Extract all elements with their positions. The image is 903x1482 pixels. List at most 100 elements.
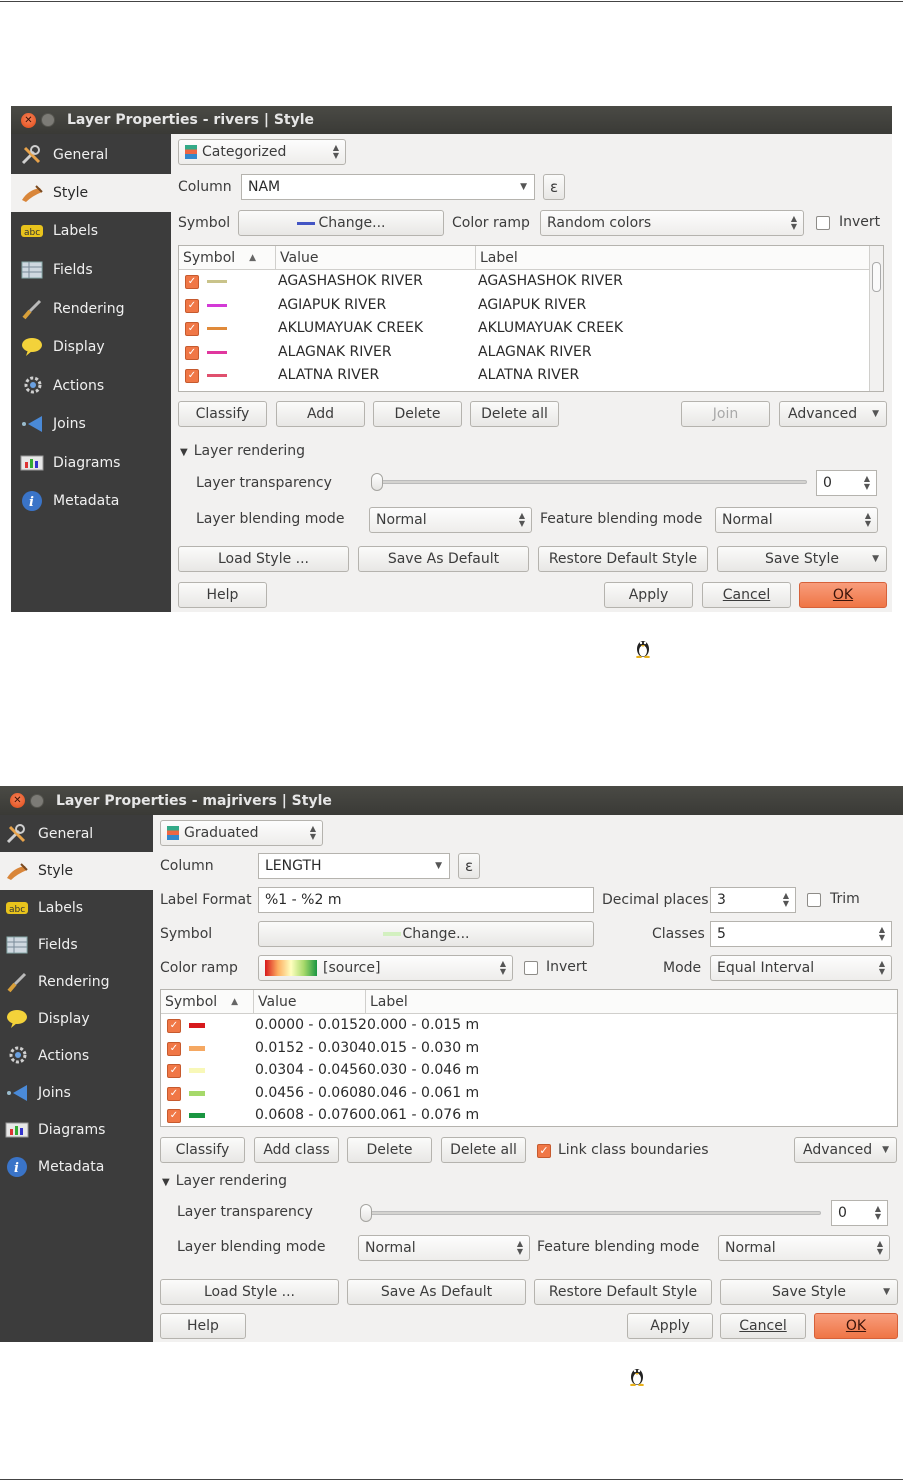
transparency-slider[interactable] xyxy=(373,480,807,484)
decimal-places-spinbox[interactable]: 3 ▲ ▼ xyxy=(710,887,796,913)
link-class-boundaries-checkbox[interactable]: ✓ xyxy=(537,1144,551,1158)
save-style-button[interactable]: Save Style ▼ xyxy=(720,1279,898,1305)
layer-rendering-toggle[interactable]: ▼ Layer rendering xyxy=(162,1173,287,1189)
mode-select[interactable]: Equal Interval ▲ ▼ xyxy=(710,955,892,981)
save-as-default-button[interactable]: Save As Default xyxy=(358,546,529,572)
sidebar-item-joins[interactable]: Joins xyxy=(11,405,171,443)
transparency-spinbox[interactable]: 0 ▲ ▼ xyxy=(816,470,877,496)
symbol-swatch[interactable] xyxy=(189,1023,205,1028)
close-icon[interactable]: ✕ xyxy=(10,793,25,808)
ok-button[interactable]: OK xyxy=(799,582,887,608)
spin-arrows-icon[interactable]: ▲ ▼ xyxy=(783,892,789,908)
table-row[interactable]: ✓ AKLUMAYUAK CREEK AKLUMAYUAK CREEK xyxy=(179,317,883,340)
change-symbol-button[interactable]: Change... xyxy=(238,210,444,236)
header-symbol[interactable]: Symbol ▲ xyxy=(161,990,253,1014)
header-value[interactable]: Value xyxy=(275,246,475,270)
sidebar-item-diagrams[interactable]: Diagrams xyxy=(0,1111,153,1149)
symbol-swatch[interactable] xyxy=(207,374,227,377)
table-row[interactable]: ✓ 0.0000 - 0.0152 0.000 - 0.015 m xyxy=(161,1014,897,1037)
sidebar-item-rendering[interactable]: Rendering xyxy=(11,290,171,328)
spin-arrows-icon[interactable]: ▲ ▼ xyxy=(875,1205,881,1221)
symbol-swatch[interactable] xyxy=(189,1068,205,1073)
delete-button[interactable]: Delete xyxy=(347,1137,432,1163)
help-button[interactable]: Help xyxy=(160,1313,246,1339)
chevron-down-icon[interactable]: ▼ xyxy=(435,861,442,871)
sidebar-item-labels[interactable]: abc Labels xyxy=(11,212,171,250)
layer-blending-select[interactable]: Normal ▲ ▼ xyxy=(358,1235,530,1261)
invert-checkbox[interactable] xyxy=(816,216,830,230)
row-checkbox[interactable]: ✓ xyxy=(167,1086,181,1101)
table-row[interactable]: ✓ 0.0456 - 0.0608 0.046 - 0.061 m xyxy=(161,1082,897,1105)
expression-button[interactable]: ε xyxy=(543,174,565,200)
symbol-swatch[interactable] xyxy=(207,303,227,307)
sidebar-item-style[interactable]: Style xyxy=(0,852,153,890)
symbol-swatch[interactable] xyxy=(207,350,227,354)
add-class-button[interactable]: Add class xyxy=(254,1137,339,1163)
classify-button[interactable]: Classify xyxy=(178,401,267,427)
symbol-swatch[interactable] xyxy=(189,1090,205,1096)
column-field[interactable]: NAM ▼ xyxy=(241,174,535,200)
sidebar-item-display[interactable]: Display xyxy=(11,328,171,366)
row-checkbox[interactable]: ✓ xyxy=(167,1041,181,1056)
layer-rendering-toggle[interactable]: ▼ Layer rendering xyxy=(180,443,305,459)
transparency-slider-handle[interactable] xyxy=(371,473,383,491)
change-symbol-button[interactable]: Change... xyxy=(258,921,594,947)
save-as-default-button[interactable]: Save As Default xyxy=(347,1279,526,1305)
ok-button[interactable]: OK xyxy=(814,1313,898,1339)
apply-button[interactable]: Apply xyxy=(627,1313,713,1339)
table-row[interactable]: ✓ ALAGNAK RIVER ALAGNAK RIVER xyxy=(179,341,883,364)
color-ramp-select[interactable]: [source] ▲ ▼ xyxy=(258,955,513,981)
symbol-swatch[interactable] xyxy=(189,1113,205,1118)
spin-arrows-icon[interactable]: ▲ ▼ xyxy=(879,926,885,942)
sidebar-item-rendering[interactable]: Rendering xyxy=(0,963,153,1001)
column-field[interactable]: LENGTH ▼ xyxy=(258,853,450,879)
sidebar-item-general[interactable]: General xyxy=(0,815,153,853)
table-row[interactable]: ✓ 0.0152 - 0.0304 0.015 - 0.030 m xyxy=(161,1037,897,1060)
sidebar-item-general[interactable]: General xyxy=(11,136,171,174)
minimize-icon[interactable] xyxy=(41,113,55,127)
add-button[interactable]: Add xyxy=(276,401,365,427)
label-format-field[interactable]: %1 - %2 m xyxy=(258,887,594,913)
invert-checkbox[interactable] xyxy=(524,961,538,975)
table-row[interactable]: ✓ AGASHASHOK RIVER AGASHASHOK RIVER xyxy=(179,270,883,293)
spin-arrows-icon[interactable]: ▲ ▼ xyxy=(864,475,870,491)
row-checkbox[interactable]: ✓ xyxy=(167,1109,181,1123)
row-checkbox[interactable]: ✓ xyxy=(167,1019,181,1033)
row-checkbox[interactable]: ✓ xyxy=(185,369,199,383)
cancel-button[interactable]: Cancel xyxy=(720,1313,806,1339)
advanced-button[interactable]: Advanced ▼ xyxy=(779,401,887,427)
header-label[interactable]: Label xyxy=(365,990,897,1014)
scroll-thumb[interactable] xyxy=(872,262,881,292)
feature-blending-select[interactable]: Normal ▲ ▼ xyxy=(715,507,878,533)
sidebar-item-joins[interactable]: Joins xyxy=(0,1074,153,1112)
help-button[interactable]: Help xyxy=(178,582,267,608)
classify-button[interactable]: Classify xyxy=(160,1137,245,1163)
symbol-swatch[interactable] xyxy=(189,1045,205,1051)
chevron-down-icon[interactable]: ▼ xyxy=(520,182,527,192)
sidebar-item-fields[interactable]: Fields xyxy=(11,251,171,289)
feature-blending-select[interactable]: Normal ▲ ▼ xyxy=(718,1235,890,1261)
transparency-spinbox[interactable]: 0 ▲ ▼ xyxy=(831,1200,888,1226)
sidebar-item-fields[interactable]: Fields xyxy=(0,926,153,964)
row-checkbox[interactable]: ✓ xyxy=(185,298,199,313)
load-style-button[interactable]: Load Style ... xyxy=(178,546,349,572)
header-value[interactable]: Value xyxy=(253,990,365,1014)
sidebar-item-diagrams[interactable]: Diagrams xyxy=(11,444,171,482)
restore-default-style-button[interactable]: Restore Default Style xyxy=(534,1279,712,1305)
header-label[interactable]: Label xyxy=(475,246,871,270)
row-checkbox[interactable]: ✓ xyxy=(185,345,199,360)
row-checkbox[interactable]: ✓ xyxy=(185,322,199,336)
row-checkbox[interactable]: ✓ xyxy=(185,275,199,289)
transparency-slider-handle[interactable] xyxy=(360,1204,372,1222)
classes-spinbox[interactable]: 5 ▲ ▼ xyxy=(710,921,892,947)
table-row[interactable]: ✓ ALATNA RIVER ALATNA RIVER xyxy=(179,364,883,387)
minimize-icon[interactable] xyxy=(30,793,44,808)
load-style-button[interactable]: Load Style ... xyxy=(160,1279,339,1305)
restore-default-style-button[interactable]: Restore Default Style xyxy=(538,546,708,572)
advanced-button[interactable]: Advanced ▼ xyxy=(794,1137,897,1163)
sidebar-item-labels[interactable]: abc Labels xyxy=(0,889,153,927)
sidebar-item-display[interactable]: Display xyxy=(0,1000,153,1038)
cancel-button[interactable]: Cancel xyxy=(702,582,791,608)
color-ramp-select[interactable]: Random colors ▲ ▼ xyxy=(540,210,804,236)
table-row[interactable]: ✓ AGIAPUK RIVER AGIAPUK RIVER xyxy=(179,294,883,317)
